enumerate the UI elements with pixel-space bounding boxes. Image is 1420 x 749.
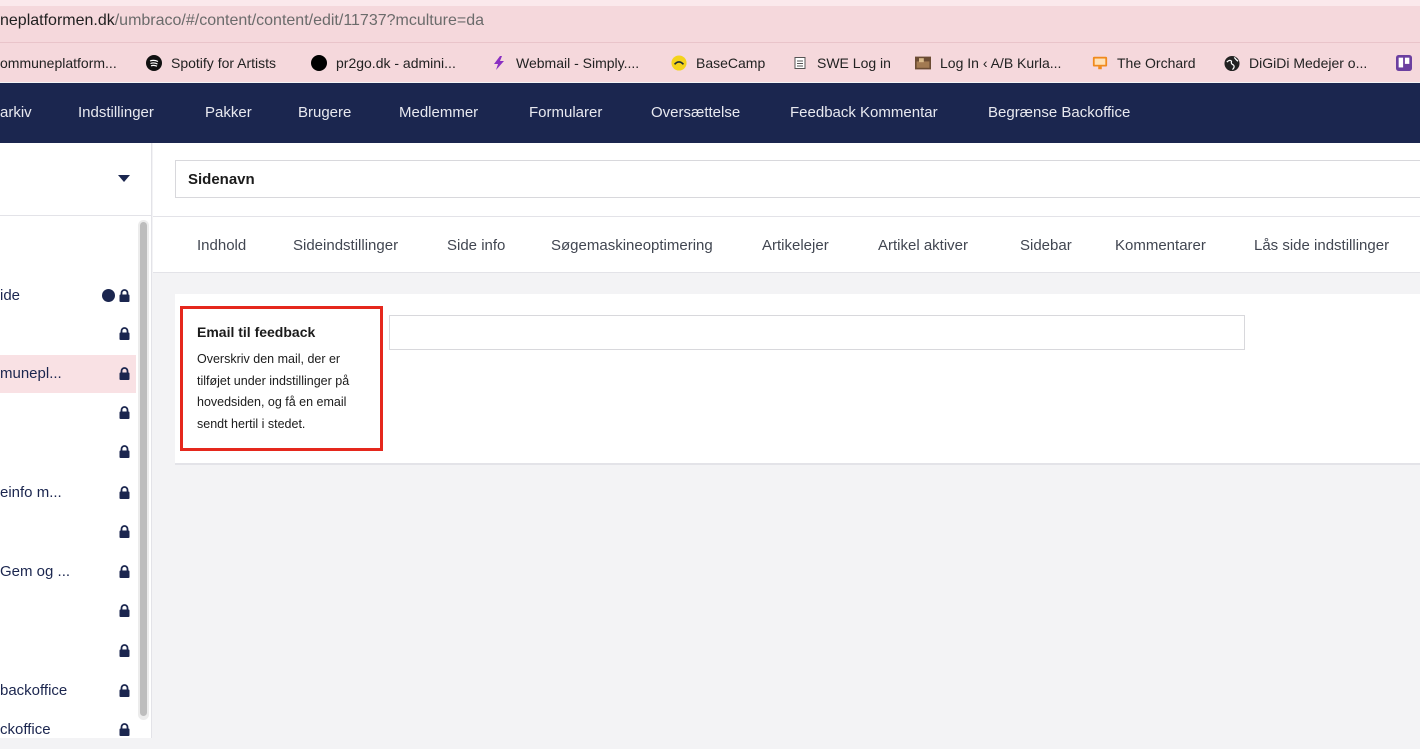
tab-laas-side-indstillinger[interactable]: Lås side indstillinger <box>1254 237 1389 254</box>
tree-node-label: einfo m... <box>0 484 62 501</box>
tree-node[interactable] <box>0 513 136 551</box>
chevron-down-icon[interactable] <box>118 175 130 182</box>
bookmark-label: The Orchard <box>1117 55 1196 71</box>
tab-indhold[interactable]: Indhold <box>197 237 246 254</box>
nav-item-formularer[interactable]: Formularer <box>529 104 602 121</box>
lock-icon <box>119 565 130 578</box>
bookmark-ab-kurla[interactable]: Log In ‹ A/B Kurla... <box>915 53 1061 73</box>
globe-icon <box>1224 55 1240 71</box>
lock-icon <box>119 445 130 458</box>
photo-icon <box>915 55 931 71</box>
bookmark-label: BaseCamp <box>696 55 766 71</box>
bookmark-basecamp[interactable]: BaseCamp <box>671 53 765 73</box>
tab-sidebar[interactable]: Sidebar <box>1020 237 1072 254</box>
lock-icon <box>119 723 130 736</box>
bookmark-label: Spotify for Artists <box>171 55 277 71</box>
tree-scrollbar[interactable] <box>138 220 149 720</box>
bookmark-trello[interactable] <box>1396 53 1420 73</box>
tab-strip-edge <box>0 0 1420 6</box>
tree-node[interactable] <box>0 394 136 432</box>
backoffice-sections-nav: arkiv Indstillinger Pakker Brugere Medle… <box>0 83 1420 143</box>
lightning-icon <box>491 55 507 71</box>
tree-node[interactable] <box>0 632 136 670</box>
bookmark-label: DiGiDi Medejer o... <box>1249 55 1368 71</box>
url-path: /umbraco/#/content/content/edit/11737?mc… <box>114 12 485 29</box>
bookmark-webmail[interactable]: Webmail - Simply.... <box>491 53 639 73</box>
nav-item-brugere[interactable]: Brugere <box>298 104 351 121</box>
bookmark-spotify[interactable]: Spotify for Artists <box>146 53 276 73</box>
content-tree: ide munepl... einfo m... Gem og ... back… <box>0 143 152 738</box>
tree-node[interactable] <box>0 315 136 353</box>
lock-icon <box>119 289 130 302</box>
bookmark-swe-login[interactable]: SWE Log in <box>792 53 891 73</box>
spotify-icon <box>146 55 162 71</box>
bookmarks-bar: ommuneplatform... Spotify for Artists pr… <box>0 42 1420 82</box>
tree-node-label: Gem og ... <box>0 563 71 580</box>
content-editor: Indhold Sideindstillinger Side info Søge… <box>153 143 1420 738</box>
tab-artikel-aktiver[interactable]: Artikel aktiver <box>878 237 968 254</box>
nav-item-oversaettelse[interactable]: Oversættelse <box>651 104 740 121</box>
tab-side-info[interactable]: Side info <box>447 237 505 254</box>
nav-item-arkiv[interactable]: arkiv <box>0 104 32 121</box>
browser-address-bar[interactable]: neplatformen.dk/umbraco/#/content/conten… <box>0 0 1420 42</box>
property-label: Email til feedback <box>197 324 316 340</box>
lock-icon <box>119 604 130 617</box>
lock-icon <box>119 327 130 340</box>
monitor-icon <box>1092 55 1108 71</box>
feedback-email-input[interactable] <box>389 315 1245 350</box>
bookmark-the-orchard[interactable]: The Orchard <box>1092 53 1196 73</box>
bookmark-pr2go[interactable]: pr2go.dk - admini... <box>311 53 456 73</box>
tree-node-label: backoffice <box>0 682 68 699</box>
url-text[interactable]: neplatformen.dk/umbraco/#/content/conten… <box>0 12 484 30</box>
tree-divider <box>0 215 152 216</box>
bookmark-communeplatform[interactable]: ommuneplatform... <box>0 53 117 73</box>
tree-node[interactable]: einfo m... <box>0 474 136 512</box>
bookmark-label: Webmail - Simply.... <box>516 55 640 71</box>
globe-icon <box>102 289 115 302</box>
nav-item-pakker[interactable]: Pakker <box>205 104 252 121</box>
property-panel: Email til feedback Overskriv den mail, d… <box>175 294 1420 465</box>
tree-node-active[interactable]: munepl... <box>0 355 136 393</box>
tab-sideindstillinger[interactable]: Sideindstillinger <box>293 237 398 254</box>
editor-header <box>153 143 1420 217</box>
url-domain: neplatformen.dk <box>0 12 115 29</box>
bookmark-label: Log In ‹ A/B Kurla... <box>940 55 1062 71</box>
tree-node[interactable]: ide <box>0 277 136 315</box>
editor-tabs: Indhold Sideindstillinger Side info Søge… <box>153 217 1420 273</box>
document-icon <box>792 55 808 71</box>
lock-icon <box>119 367 130 380</box>
tree-node-label: ckoffice <box>0 721 51 738</box>
bookmark-label: ommuneplatform... <box>0 55 117 71</box>
tab-kommentarer[interactable]: Kommentarer <box>1115 237 1206 254</box>
lock-icon <box>119 406 130 419</box>
nav-item-begraense-backoffice[interactable]: Begrænse Backoffice <box>988 104 1130 121</box>
lock-icon <box>119 486 130 499</box>
nav-item-feedback-kommentar[interactable]: Feedback Kommentar <box>790 104 938 121</box>
black-circle-icon <box>311 55 327 71</box>
tree-node[interactable] <box>0 592 136 630</box>
nav-item-medlemmer[interactable]: Medlemmer <box>399 104 478 121</box>
tree-node-label: ide <box>0 287 21 304</box>
property-description: Overskriv den mail, der er tilføjet unde… <box>197 352 350 431</box>
page-name-input[interactable] <box>175 160 1420 198</box>
tree-node[interactable]: backoffice <box>0 672 136 710</box>
bookmark-label: SWE Log in <box>817 55 891 71</box>
nav-item-indstillinger[interactable]: Indstillinger <box>78 104 154 121</box>
bookmark-digidi[interactable]: DiGiDi Medejer o... <box>1224 53 1367 73</box>
tree-node-label: munepl... <box>0 365 62 382</box>
lock-icon <box>119 644 130 657</box>
bookmark-label: pr2go.dk - admini... <box>336 55 456 71</box>
tree-node[interactable]: ckoffice <box>0 711 136 749</box>
tree-scrollbar-thumb[interactable] <box>140 222 147 716</box>
tab-artikelejer[interactable]: Artikelejer <box>762 237 829 254</box>
trello-icon <box>1396 55 1412 71</box>
tree-node[interactable]: Gem og ... <box>0 553 136 591</box>
basecamp-icon <box>671 55 687 71</box>
tree-node[interactable] <box>0 433 136 471</box>
lock-icon <box>119 684 130 697</box>
lock-icon <box>119 525 130 538</box>
tab-soegemaskineoptimering[interactable]: Søgemaskineoptimering <box>551 237 713 254</box>
